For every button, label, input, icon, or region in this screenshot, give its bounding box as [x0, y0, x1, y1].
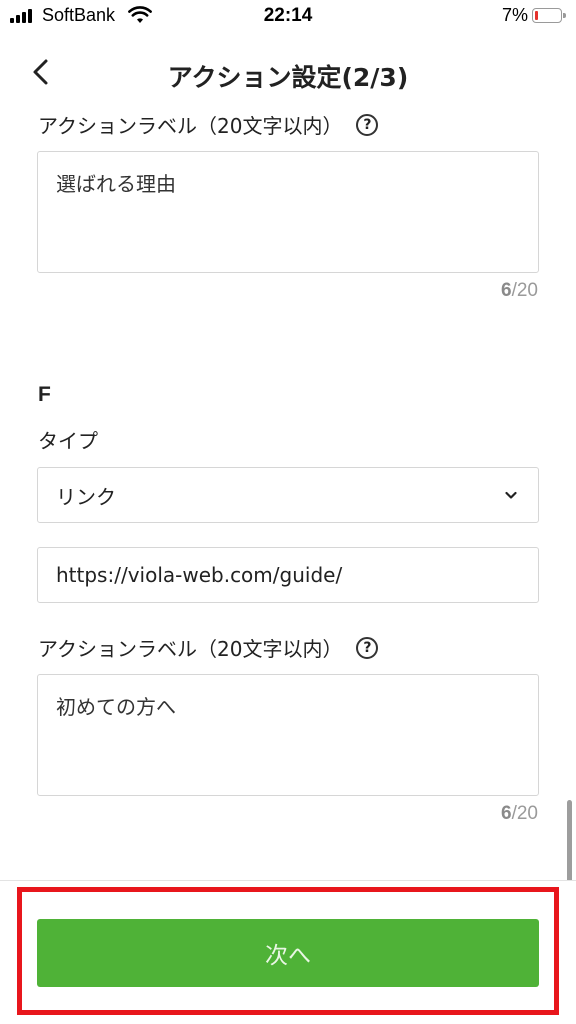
help-icon[interactable]: ? — [356, 636, 379, 659]
action-label-textarea-e[interactable]: 選ばれる理由 — [37, 151, 539, 273]
action-settings-form[interactable]: アクションラベル（20文字以内） ? 選ばれる理由 6/20 F タイプ リンク… — [0, 100, 576, 880]
type-select-value: リンク — [56, 484, 116, 509]
chevron-down-icon — [505, 491, 517, 499]
help-icon[interactable]: ? — [356, 113, 379, 136]
action-label-title-f: アクションラベル（20文字以内） ? — [38, 633, 379, 662]
section-heading-f: F — [38, 383, 51, 406]
battery-level — [535, 11, 538, 20]
type-label-text: タイプ — [38, 429, 98, 453]
type-select[interactable]: リンク — [37, 467, 539, 523]
char-counter-e: 6/20 — [501, 280, 538, 302]
action-label-textarea-f[interactable]: 初めての方へ — [37, 674, 539, 796]
char-counter-current: 6 — [501, 280, 512, 301]
type-label: タイプ — [38, 425, 98, 454]
char-counter-f: 6/20 — [501, 803, 538, 825]
app-header: アクション設定(2/3) — [0, 34, 576, 112]
char-counter-max: /20 — [511, 803, 538, 824]
char-counter-current: 6 — [501, 803, 512, 824]
status-time: 22:14 — [263, 5, 313, 26]
url-input[interactable]: https://viola-web.com/guide/ — [37, 547, 539, 603]
battery-percent: 7% — [501, 5, 528, 25]
action-label-title-text: アクションラベル（20文字以内） — [38, 114, 343, 138]
char-counter-max: /20 — [511, 280, 538, 301]
action-label-title-e: アクションラベル（20文字以内） ? — [38, 110, 379, 139]
next-button[interactable]: 次へ — [37, 919, 539, 987]
action-label-title-text: アクションラベル（20文字以内） — [38, 637, 343, 661]
battery-icon — [532, 8, 566, 23]
page-title: アクション設定(2/3) — [167, 63, 409, 92]
status-bar: SoftBank 22:14 7% — [0, 0, 576, 34]
footer-bar: 次へ — [0, 880, 576, 1024]
